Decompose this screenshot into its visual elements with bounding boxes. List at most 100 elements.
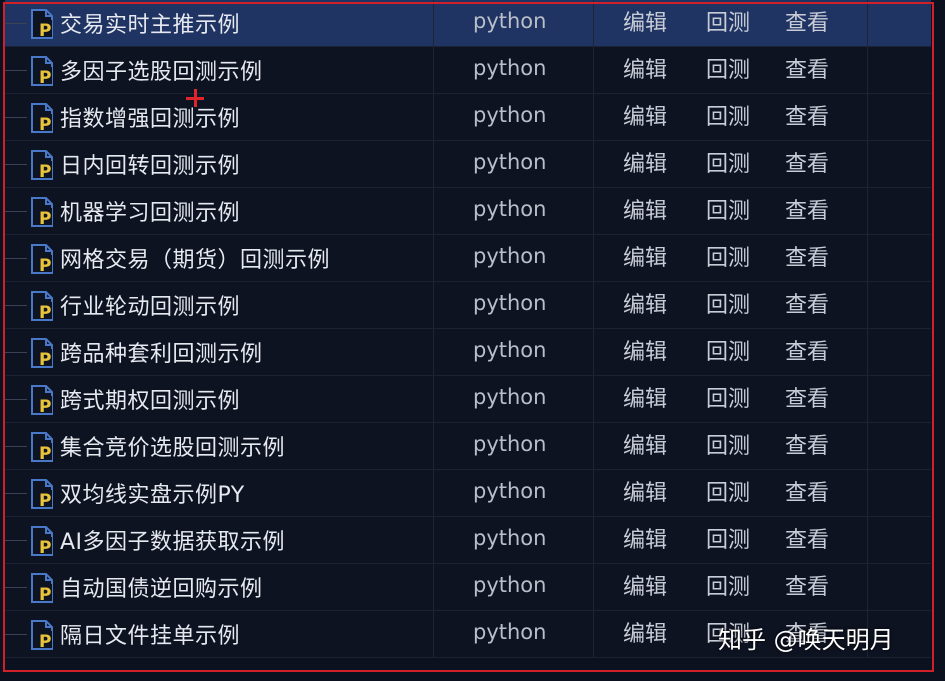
view-button[interactable]: 查看 (785, 52, 829, 84)
column-separator (433, 235, 434, 281)
table-row[interactable]: P 跨品种套利回测示例 python 编辑 回测 查看 (5, 329, 931, 376)
script-language: python (473, 150, 547, 174)
table-row[interactable]: P 自动国债逆回购示例 python 编辑 回测 查看 (5, 564, 931, 611)
table-row[interactable]: P 指数增强回测示例 python 编辑 回测 查看 (5, 94, 931, 141)
table-row[interactable]: P 跨式期权回测示例 python 编辑 回测 查看 (5, 376, 931, 423)
crosshair-cursor-icon (186, 89, 204, 107)
edit-button[interactable]: 编辑 (623, 99, 667, 131)
column-separator (867, 470, 868, 516)
script-language: python (473, 9, 547, 33)
backtest-button[interactable]: 回测 (706, 99, 750, 131)
column-separator (433, 564, 434, 610)
column-separator (433, 94, 434, 140)
tree-connector (5, 23, 27, 24)
edit-button[interactable]: 编辑 (623, 616, 667, 648)
python-file-icon: P (31, 197, 53, 227)
column-separator (867, 517, 868, 563)
column-separator (867, 564, 868, 610)
tree-connector (5, 399, 27, 400)
script-name[interactable]: 多因子选股回测示例 (60, 54, 263, 86)
tree-connector (5, 117, 27, 118)
script-name[interactable]: 机器学习回测示例 (60, 195, 240, 227)
script-name[interactable]: 集合竞价选股回测示例 (60, 430, 285, 462)
edit-button[interactable]: 编辑 (623, 475, 667, 507)
view-button[interactable]: 查看 (785, 381, 829, 413)
backtest-button[interactable]: 回测 (706, 428, 750, 460)
view-button[interactable]: 查看 (785, 5, 829, 37)
backtest-button[interactable]: 回测 (706, 475, 750, 507)
edit-button[interactable]: 编辑 (623, 334, 667, 366)
table-row[interactable]: P 双均线实盘示例PY python 编辑 回测 查看 (5, 470, 931, 517)
edit-button[interactable]: 编辑 (623, 52, 667, 84)
svg-text:P: P (39, 632, 51, 650)
table-row[interactable]: P 机器学习回测示例 python 编辑 回测 查看 (5, 188, 931, 235)
script-name[interactable]: 跨品种套利回测示例 (60, 336, 263, 368)
view-button[interactable]: 查看 (785, 287, 829, 319)
view-button[interactable]: 查看 (785, 522, 829, 554)
tree-connector (5, 211, 27, 212)
svg-text:P: P (39, 21, 51, 39)
python-file-icon: P (31, 244, 53, 274)
backtest-button[interactable]: 回测 (706, 240, 750, 272)
edit-button[interactable]: 编辑 (623, 522, 667, 554)
edit-button[interactable]: 编辑 (623, 428, 667, 460)
view-button[interactable]: 查看 (785, 428, 829, 460)
script-language: python (473, 432, 547, 456)
table-row[interactable]: P AI多因子数据获取示例 python 编辑 回测 查看 (5, 517, 931, 564)
view-button[interactable]: 查看 (785, 334, 829, 366)
column-separator (593, 564, 594, 610)
view-button[interactable]: 查看 (785, 99, 829, 131)
watermark: 知乎 @唤天明月 (718, 626, 894, 654)
table-row[interactable]: P 集合竞价选股回测示例 python 编辑 回测 查看 (5, 423, 931, 470)
script-name[interactable]: AI多因子数据获取示例 (60, 524, 285, 556)
backtest-button[interactable]: 回测 (706, 287, 750, 319)
script-name[interactable]: 跨式期权回测示例 (60, 383, 240, 415)
view-button[interactable]: 查看 (785, 240, 829, 272)
backtest-button[interactable]: 回测 (706, 52, 750, 84)
backtest-button[interactable]: 回测 (706, 146, 750, 178)
table-row[interactable]: P 网格交易（期货）回测示例 python 编辑 回测 查看 (5, 235, 931, 282)
script-name[interactable]: 隔日文件挂单示例 (60, 618, 240, 650)
edit-button[interactable]: 编辑 (623, 5, 667, 37)
view-button[interactable]: 查看 (785, 193, 829, 225)
view-button[interactable]: 查看 (785, 146, 829, 178)
script-name[interactable]: 双均线实盘示例PY (60, 477, 245, 509)
backtest-button[interactable]: 回测 (706, 569, 750, 601)
table-row[interactable]: P 交易实时主推示例 python 编辑 回测 查看 (5, 0, 931, 47)
script-name[interactable]: 行业轮动回测示例 (60, 289, 240, 321)
edit-button[interactable]: 编辑 (623, 569, 667, 601)
script-name[interactable]: 网格交易（期货）回测示例 (60, 242, 330, 274)
table-row[interactable]: P 日内回转回测示例 python 编辑 回测 查看 (5, 141, 931, 188)
script-name[interactable]: 交易实时主推示例 (60, 7, 240, 39)
edit-button[interactable]: 编辑 (623, 193, 667, 225)
backtest-button[interactable]: 回测 (706, 5, 750, 37)
column-separator (593, 423, 594, 469)
column-separator (433, 0, 434, 46)
edit-button[interactable]: 编辑 (623, 146, 667, 178)
script-name[interactable]: 自动国债逆回购示例 (60, 571, 263, 603)
column-separator (593, 94, 594, 140)
table-row[interactable]: P 多因子选股回测示例 python 编辑 回测 查看 (5, 47, 931, 94)
script-language: python (473, 573, 547, 597)
script-name[interactable]: 指数增强回测示例 (60, 101, 240, 133)
view-button[interactable]: 查看 (785, 569, 829, 601)
column-separator (433, 470, 434, 516)
python-file-icon: P (31, 526, 53, 556)
edit-button[interactable]: 编辑 (623, 381, 667, 413)
backtest-button[interactable]: 回测 (706, 334, 750, 366)
script-language: python (473, 56, 547, 80)
column-separator (593, 376, 594, 422)
backtest-button[interactable]: 回测 (706, 381, 750, 413)
table-row[interactable]: P 行业轮动回测示例 python 编辑 回测 查看 (5, 282, 931, 329)
view-button[interactable]: 查看 (785, 475, 829, 507)
edit-button[interactable]: 编辑 (623, 240, 667, 272)
backtest-button[interactable]: 回测 (706, 522, 750, 554)
backtest-button[interactable]: 回测 (706, 193, 750, 225)
edit-button[interactable]: 编辑 (623, 287, 667, 319)
python-file-icon: P (31, 620, 53, 650)
column-separator (433, 282, 434, 328)
script-list-window: P 交易实时主推示例 python 编辑 回测 查看 P 多因子选股回测示例 python 编辑回… (0, 0, 945, 681)
column-separator (593, 611, 594, 657)
column-separator (867, 47, 868, 93)
script-name[interactable]: 日内回转回测示例 (60, 148, 240, 180)
